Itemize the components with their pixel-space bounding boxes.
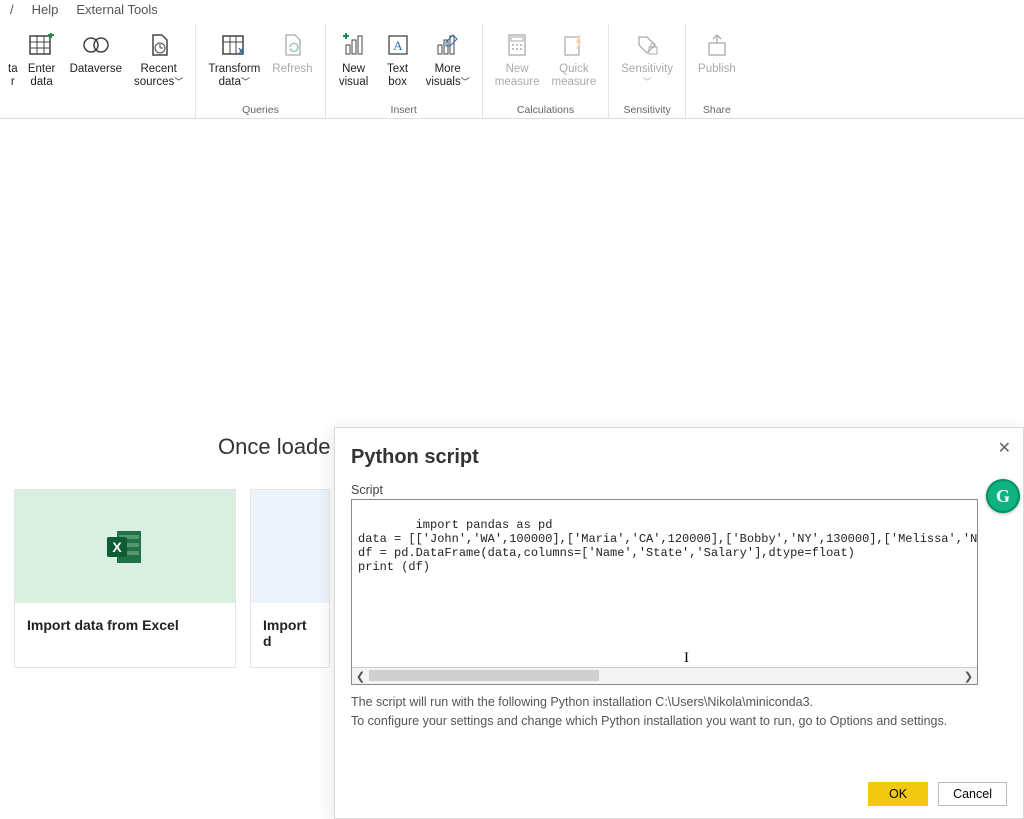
scroll-left-icon[interactable]: ❮ (352, 670, 369, 683)
svg-text:X: X (112, 539, 122, 555)
start-heading: Once loade (218, 434, 331, 460)
workspace: Once loade X Import data from Excel Impo… (0, 119, 1024, 811)
ok-button[interactable]: OK (868, 782, 928, 806)
transform-data-icon (221, 30, 247, 60)
calculator-icon (506, 30, 528, 60)
dataverse-button[interactable]: Dataverse (64, 28, 128, 106)
table-plus-icon (29, 30, 55, 60)
card-label: Import d (251, 603, 329, 667)
scroll-right-icon[interactable]: ❯ (960, 670, 977, 683)
python-script-dialog: ✕ Python script Script import pandas as … (334, 427, 1024, 819)
transform-data-button[interactable]: Transform data﹀ (202, 28, 266, 106)
script-input-container: import pandas as pd data = [['John','WA'… (351, 499, 978, 685)
new-measure-button: New measure (489, 28, 546, 106)
calculator-bolt-icon (562, 30, 586, 60)
menu-help[interactable]: Help (32, 2, 59, 22)
ribbon-group-calculations: New measure Quick measure Calculations (483, 24, 610, 118)
close-button[interactable]: ✕ (998, 438, 1011, 458)
ribbon-group-insert: New visual A Text box More visuals﹀ Inse… (326, 24, 483, 118)
ribbon-group-sensitivity: Sensitivity﹀ Sensitivity (609, 24, 686, 118)
ribbon: tar Enter data Dataverse Recent sources﹀ (0, 24, 1024, 119)
text-box-button[interactable]: A Text box (376, 28, 420, 106)
publish-button: Publish (692, 28, 742, 106)
menu-bar: / Help External Tools (0, 0, 1024, 24)
quick-measure-button: Quick measure (546, 28, 603, 106)
dialog-title: Python script (351, 446, 1007, 469)
ribbon-group-queries: Transform data﹀ Refresh Queries (196, 24, 325, 118)
chart-edit-icon (435, 30, 461, 60)
horizontal-scrollbar[interactable]: ❮ ❯ (352, 667, 977, 684)
more-visuals-button[interactable]: More visuals﹀ (420, 28, 476, 106)
chart-plus-icon (341, 30, 367, 60)
refresh-icon (280, 30, 304, 60)
refresh-button[interactable]: Refresh (266, 28, 318, 106)
cancel-button[interactable]: Cancel (938, 782, 1007, 806)
card-import-other[interactable]: Import d (250, 489, 330, 668)
text-cursor-icon: I (684, 650, 689, 667)
card-label: Import data from Excel (15, 603, 235, 651)
menu-partial[interactable]: / (10, 2, 14, 22)
grammarly-icon[interactable]: G (986, 479, 1020, 513)
script-label: Script (351, 483, 1007, 497)
script-textarea[interactable]: import pandas as pd data = [['John','WA'… (352, 500, 977, 667)
text-box-icon: A (386, 30, 410, 60)
recent-sources-button[interactable]: Recent sources﹀ (128, 28, 189, 106)
menu-external-tools[interactable]: External Tools (76, 2, 157, 22)
enter-data-button[interactable]: Enter data (20, 28, 64, 106)
scroll-thumb[interactable] (369, 670, 599, 681)
dialog-help-text-1: The script will run with the following P… (351, 695, 1007, 709)
sql-icon (251, 490, 329, 603)
ribbon-group-share: Publish Share (686, 24, 748, 118)
publish-icon (705, 30, 729, 60)
tag-lock-icon (635, 30, 659, 60)
ribbon-item-partial[interactable]: tar (6, 28, 20, 106)
new-visual-button[interactable]: New visual (332, 28, 376, 106)
dialog-help-text-2: To configure your settings and change wh… (351, 714, 1007, 728)
excel-icon: X (15, 490, 235, 603)
recent-file-icon (147, 30, 171, 60)
start-cards: X Import data from Excel Import d (14, 489, 330, 668)
sensitivity-button: Sensitivity﹀ (615, 28, 679, 106)
ribbon-group-data: tar Enter data Dataverse Recent sources﹀ (0, 24, 196, 118)
card-import-excel[interactable]: X Import data from Excel (14, 489, 236, 668)
dataverse-icon (82, 30, 110, 60)
svg-text:A: A (393, 38, 403, 53)
